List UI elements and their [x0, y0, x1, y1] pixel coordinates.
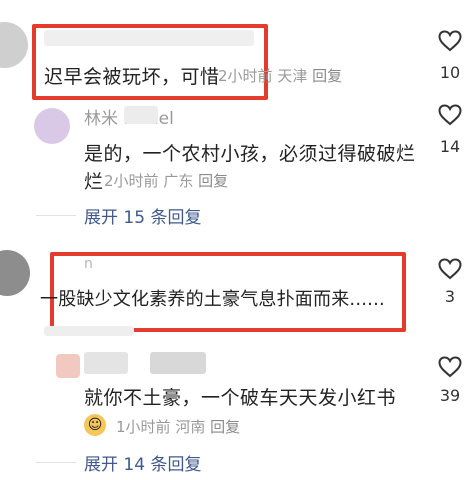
heart-icon: [438, 104, 462, 126]
reply-meta: 2小时前 广东 回复: [104, 170, 228, 191]
avatar[interactable]: [0, 250, 30, 296]
like-button[interactable]: [438, 258, 462, 280]
reply-meta: 1小时前 河南 回复: [116, 416, 240, 437]
reply-time: 1小时前: [116, 418, 171, 436]
divider: [36, 462, 76, 463]
reply-button[interactable]: 回复: [312, 67, 342, 85]
reply-text-line: 是的，一个农村小孩，必须过得破破烂: [84, 143, 416, 165]
username-redacted: [84, 352, 128, 374]
username-redacted: [150, 352, 206, 374]
like-count: 39: [439, 386, 461, 405]
avatar[interactable]: [0, 22, 28, 68]
expand-replies-button[interactable]: 展开 15 条回复: [84, 203, 201, 228]
reply-location: 河南: [175, 418, 206, 436]
heart-icon: [438, 258, 462, 280]
comment-location: 天津: [277, 67, 308, 85]
heart-icon: [438, 30, 462, 52]
avatar[interactable]: [56, 354, 80, 378]
comment-time: 2小时前: [218, 67, 273, 85]
reply-button[interactable]: 回复: [198, 172, 228, 190]
comment-text: 迟早会被玩坏，可惜: [44, 66, 220, 88]
like-button[interactable]: [438, 30, 462, 52]
reply-time: 2小时前: [104, 172, 159, 190]
reply-text-line: 烂: [84, 171, 104, 193]
username-redacted: [124, 106, 158, 124]
like-count: 3: [444, 287, 456, 306]
like-button[interactable]: [438, 104, 462, 126]
expand-replies-button[interactable]: 展开 14 条回复: [84, 450, 201, 475]
reply-button[interactable]: 回复: [210, 418, 240, 436]
avatar[interactable]: [34, 108, 70, 144]
like-count: 14: [439, 137, 461, 156]
comment-text: 一股缺少文化素养的土豪气息扑面而来......: [40, 289, 385, 310]
like-button[interactable]: [438, 356, 462, 378]
like-count: 10: [439, 63, 461, 82]
heart-icon: [438, 356, 462, 378]
divider: [36, 215, 76, 216]
comment-meta: 2小时前 天津 回复: [218, 65, 342, 86]
reply-location: 广东: [163, 172, 194, 190]
reply-text: 就你不土豪，一个破车天天发小红书: [84, 387, 397, 409]
comment-meta-redacted: [44, 326, 134, 336]
emoji-badge-icon: ☺: [84, 414, 106, 436]
